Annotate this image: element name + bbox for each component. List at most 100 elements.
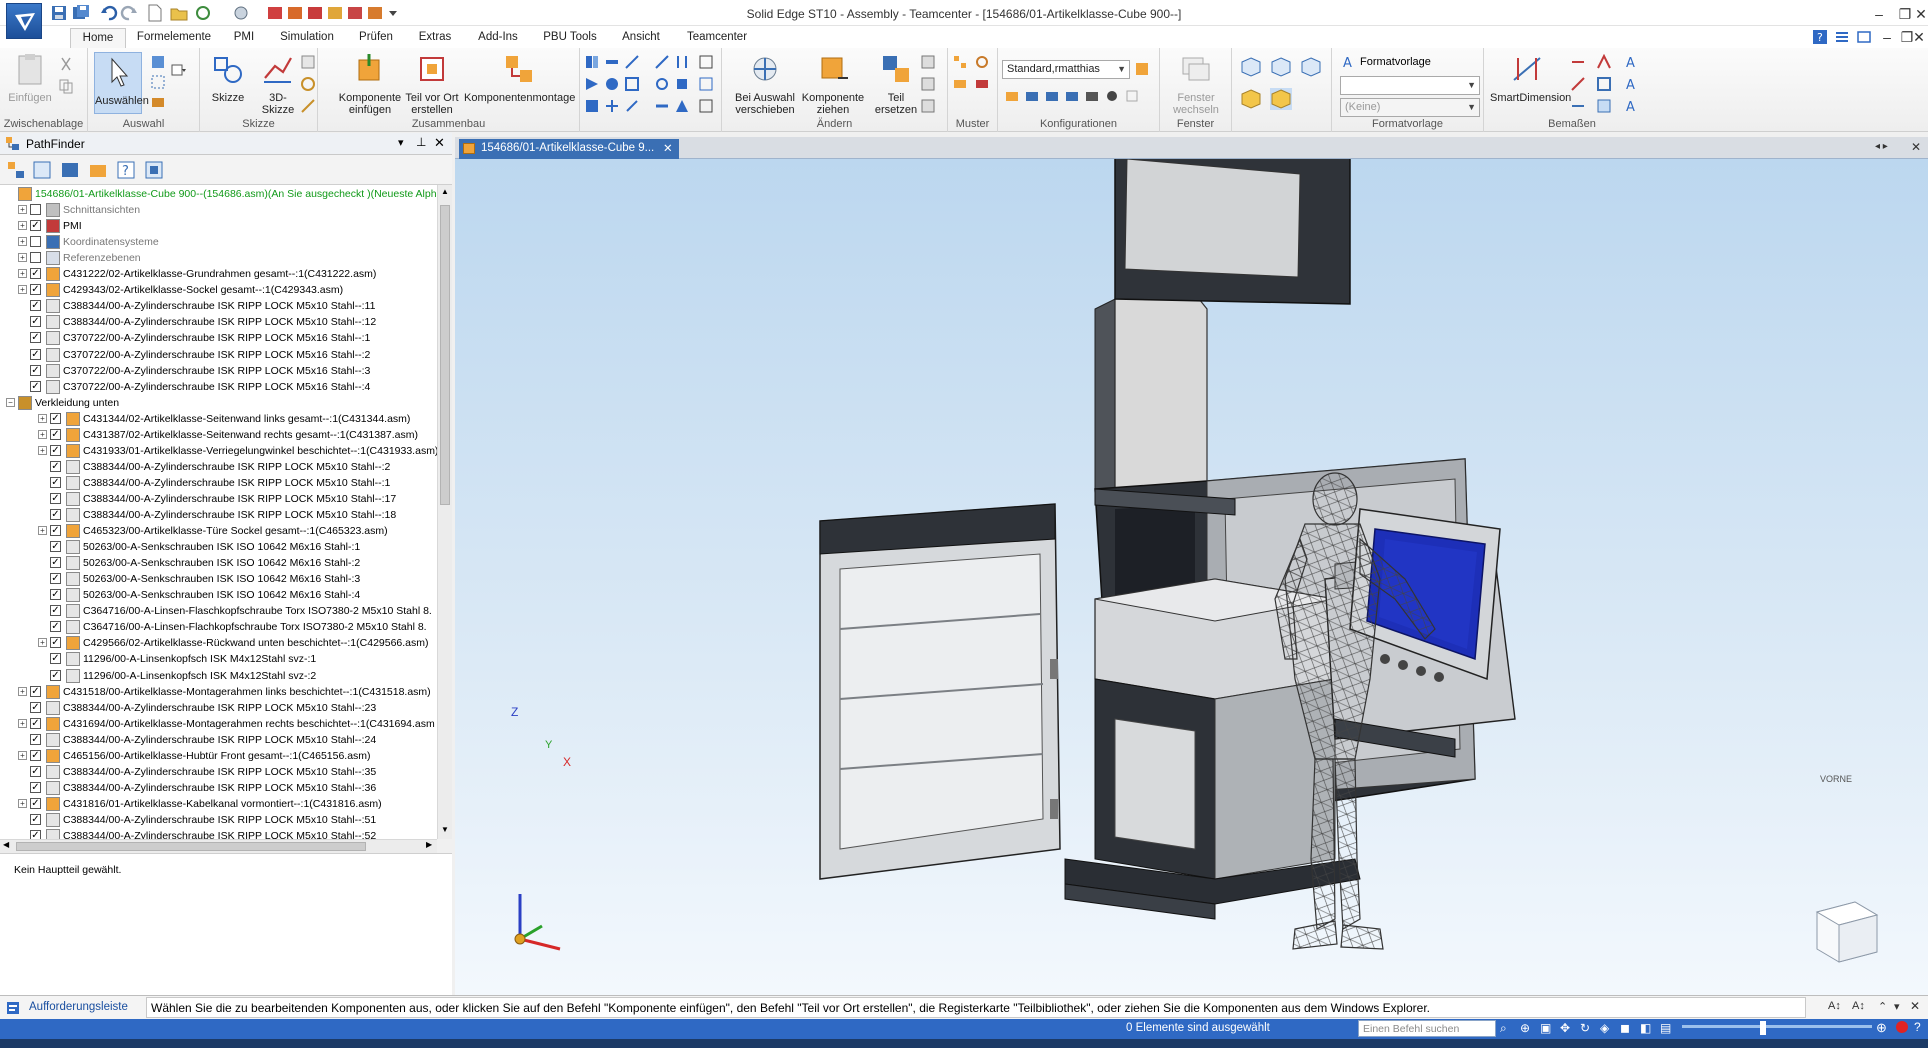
modify-tool-1-icon[interactable]	[920, 54, 936, 70]
smart-dimension-button[interactable]: SmartDimension	[1490, 52, 1571, 104]
config-tool-2-icon[interactable]	[1024, 88, 1040, 104]
pathfinder-pin-icon[interactable]: ⊥	[416, 135, 426, 149]
rel-15-icon[interactable]	[698, 76, 714, 92]
rel-11-icon[interactable]	[674, 54, 690, 70]
prompt-search-icon[interactable]: A↕	[1852, 1000, 1865, 1012]
dim-2-icon[interactable]	[1570, 76, 1586, 92]
tree-expander-icon[interactable]: +	[38, 429, 47, 439]
tree-visibility-checkbox[interactable]: ✓	[30, 733, 41, 745]
tree-expander-icon[interactable]: +	[38, 413, 47, 423]
tree-visibility-checkbox[interactable]: ✓	[50, 509, 61, 520]
sketch-3d-button[interactable]: 3D-Skizze	[254, 52, 302, 116]
rel-16-icon[interactable]	[654, 98, 670, 114]
modify-tool-2-icon[interactable]	[920, 76, 936, 92]
zoom-slider[interactable]	[1682, 1025, 1872, 1028]
rel-4-icon[interactable]	[584, 76, 600, 92]
named-views-icon[interactable]: ▤	[1660, 1021, 1671, 1035]
settings-view-icon[interactable]	[144, 160, 164, 180]
prompt-bar-label[interactable]: Aufforderungsleiste	[29, 1001, 128, 1013]
tree-visibility-checkbox[interactable]: ✓	[50, 589, 61, 601]
zoom-in-icon[interactable]: ⊕	[1876, 1020, 1887, 1036]
tree-row[interactable]: ✓ C388344/00-A-Zylinderschraube ISK RIPP …	[0, 491, 437, 507]
tab-close-all-icon[interactable]: ✕	[1911, 140, 1921, 154]
tree-visibility-checkbox[interactable]: ✓	[30, 765, 41, 777]
query-icon[interactable]: ?	[116, 160, 136, 180]
tree-expander-icon[interactable]: +	[38, 526, 47, 536]
tree-visibility-checkbox[interactable]: ✓	[30, 701, 41, 713]
config-tool-7-icon[interactable]	[1124, 88, 1140, 104]
tree-visibility-checkbox[interactable]: ✓	[30, 797, 41, 809]
ribbon-minimize-icon[interactable]: –	[1876, 28, 1898, 46]
tree-view-icon[interactable]	[6, 160, 26, 180]
tree-visibility-checkbox[interactable]: ✓	[50, 621, 61, 633]
tree-row[interactable]: + Koordinatensysteme	[0, 234, 437, 250]
zoom-area-icon[interactable]: ⌕	[1500, 1021, 1507, 1036]
tree-row[interactable]: ✓ C364716/00-A-Linsen-Flachkopfschraube T…	[0, 619, 437, 635]
tree-row[interactable]: ✓ C388344/00-A-Zylinderschraube ISK RIPP …	[0, 459, 437, 475]
zoom-slider-thumb[interactable]	[1760, 1021, 1766, 1035]
pathfinder-close-icon[interactable]: ✕	[434, 135, 445, 151]
rel-10-icon[interactable]	[654, 54, 670, 70]
tree-row[interactable]: ✓ C388344/00-A-Zylinderschraube ISK RIPP …	[0, 780, 437, 796]
tab-formelemente[interactable]: Formelemente	[132, 28, 216, 48]
tree-row[interactable]: ✓ 50263/00-A-Senkschrauben ISK ISO 10642 …	[0, 587, 437, 603]
select-filter-icon[interactable]	[150, 54, 166, 70]
tree-row[interactable]: ✓ C370722/00-A-Zylinderschraube ISK RIPP …	[0, 363, 437, 379]
cut-icon[interactable]	[58, 56, 74, 72]
tree-expander-icon[interactable]: +	[18, 686, 27, 696]
tree-row[interactable]: 154686/01-Artikelklasse-Cube 900--(15468…	[0, 186, 437, 202]
tree-visibility-checkbox[interactable]: ✓	[30, 830, 41, 839]
tree-visibility-checkbox[interactable]: ✓	[50, 428, 61, 440]
command-search-input[interactable]: Einen Befehl suchen	[1358, 1020, 1496, 1037]
tree-row[interactable]: ✓ 11296/00-A-Linsenkopfsch ISK M4x12Stahl…	[0, 651, 437, 667]
tree-row[interactable]: ✓ C388344/00-A-Zylinderschraube ISK RIPP …	[0, 764, 437, 780]
prompt-close-icon[interactable]: ✕	[1910, 999, 1920, 1013]
tree-expander-icon[interactable]: +	[18, 798, 27, 808]
switch-window-button[interactable]: Fenster wechseln	[1164, 52, 1228, 116]
tree-visibility-checkbox[interactable]: ✓	[50, 460, 61, 472]
tab-pmi[interactable]: PMI	[224, 28, 264, 48]
tree-visibility-checkbox[interactable]: ✓	[50, 525, 61, 537]
scroll-right-icon[interactable]: ▶	[426, 840, 432, 849]
pattern-1-icon[interactable]	[952, 54, 968, 70]
config-settings-icon[interactable]	[1134, 61, 1150, 77]
tree-visibility-checkbox[interactable]: ✓	[50, 653, 61, 665]
tree-visibility-checkbox[interactable]: ✓	[30, 717, 41, 729]
tree-expander-icon[interactable]: +	[38, 445, 47, 455]
tree-expander-icon[interactable]: +	[18, 221, 27, 231]
tree-row[interactable]: + ✓ C429566/02-Artikelklasse-Rückwand unte…	[0, 635, 437, 651]
display-icon[interactable]: ◧	[1640, 1021, 1651, 1035]
ribbon-close-icon[interactable]: ✕	[1912, 28, 1926, 46]
tree-visibility-checkbox[interactable]: ✓	[50, 605, 61, 617]
tree-row[interactable]: + ✓ C431344/02-Artikelklasse-Seitenwand li…	[0, 411, 437, 427]
tree-row[interactable]: ✓ 50263/00-A-Senkschrauben ISK ISO 10642 …	[0, 539, 437, 555]
tree-visibility-checkbox[interactable]: ✓	[50, 444, 61, 456]
tree-row[interactable]: ✓ 50263/00-A-Senkschrauben ISK ISO 10642 …	[0, 571, 437, 587]
tree-row[interactable]: + ✓ C431518/00-Artikelklasse-Montagerahmen…	[0, 684, 437, 700]
tree-visibility-checkbox[interactable]: ✓	[30, 268, 41, 280]
rel-2-icon[interactable]	[604, 54, 620, 70]
tree-row[interactable]: + ✓ C465323/00-Artikelklasse-Türe Sockel g…	[0, 523, 437, 539]
tree-expander-icon[interactable]: +	[18, 269, 27, 279]
tree-visibility-checkbox[interactable]: ✓	[30, 332, 41, 344]
prompt-menu-icon[interactable]: ▾	[1894, 1000, 1900, 1013]
tree-visibility-checkbox[interactable]: ✓	[50, 476, 61, 488]
scroll-up-icon[interactable]: ▲	[441, 187, 449, 196]
scroll-down-icon[interactable]: ▼	[441, 825, 449, 834]
view-cube-1-icon[interactable]	[1240, 56, 1262, 78]
tree-visibility-checkbox[interactable]: ✓	[30, 685, 41, 697]
tree-row[interactable]: ✓ C370722/00-A-Zylinderschraube ISK RIPP …	[0, 330, 437, 346]
dim-5-icon[interactable]	[1596, 76, 1612, 92]
rel-1-icon[interactable]	[584, 54, 600, 70]
tree-visibility-checkbox[interactable]: ✓	[30, 220, 41, 232]
dim-6-icon[interactable]	[1596, 98, 1612, 114]
prompt-collapse-icon[interactable]: ⌃	[1878, 1000, 1887, 1013]
create-in-place-button[interactable]: Teil vor Ort erstellen	[404, 52, 460, 116]
rel-3-icon[interactable]	[624, 54, 640, 70]
tree-hscroll-thumb[interactable]	[16, 842, 366, 851]
document-tab-close-icon[interactable]: ✕	[663, 141, 673, 155]
tree-expander-icon[interactable]: +	[18, 750, 27, 760]
window-list-icon[interactable]	[1856, 29, 1872, 45]
modify-tool-3-icon[interactable]	[920, 98, 936, 114]
dim-7-icon[interactable]: A	[1624, 54, 1640, 70]
